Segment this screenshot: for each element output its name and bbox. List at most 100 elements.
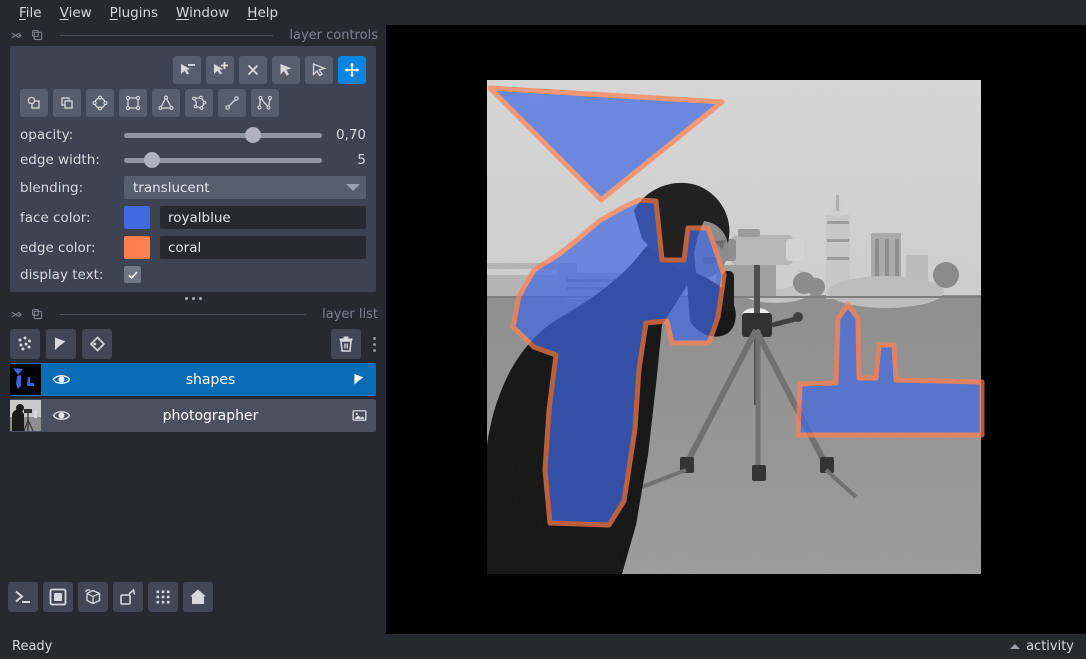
viewer-buttons-row bbox=[8, 582, 213, 612]
close-icon[interactable] bbox=[10, 308, 23, 321]
chevron-up-icon bbox=[1010, 644, 1021, 649]
labels-icon bbox=[89, 336, 106, 352]
status-message: Ready bbox=[12, 639, 53, 654]
layer-name-shapes[interactable]: shapes bbox=[79, 372, 342, 388]
float-window-icon[interactable] bbox=[31, 308, 44, 321]
add-triangle-tool[interactable] bbox=[152, 89, 180, 117]
dock-divider bbox=[60, 314, 307, 315]
layer-row-photographer[interactable]: photographer bbox=[10, 399, 376, 432]
vertex-insert-tool[interactable] bbox=[206, 56, 234, 84]
cube-3d-icon bbox=[84, 589, 101, 605]
menu-view[interactable]: View bbox=[51, 3, 101, 23]
edge-width-slider[interactable] bbox=[124, 151, 322, 169]
face-color-swatch[interactable] bbox=[124, 206, 150, 229]
pan-zoom-tool[interactable] bbox=[338, 56, 366, 84]
trash-icon bbox=[339, 336, 353, 352]
layer-controls-label: layer controls bbox=[289, 28, 378, 43]
ndisplay-toggle-button[interactable] bbox=[43, 582, 73, 612]
grid-icon bbox=[156, 590, 170, 604]
blending-value: translucent bbox=[133, 179, 210, 196]
add-line-tool[interactable] bbox=[218, 89, 246, 117]
layer-properties-form: opacity: 0,70 edge width: 5 blending: tr… bbox=[20, 126, 366, 283]
opacity-slider-thumb[interactable] bbox=[244, 127, 261, 143]
layer-row-shapes[interactable]: shapes bbox=[10, 363, 376, 396]
square-2d-icon bbox=[49, 588, 67, 606]
select-shape-tool[interactable] bbox=[272, 56, 300, 84]
edge-color-swatch[interactable] bbox=[124, 236, 150, 259]
layer-list-title-bar: layer list bbox=[0, 304, 386, 325]
edge-width-value: 5 bbox=[357, 152, 366, 168]
chevron-down-icon bbox=[346, 184, 360, 191]
edge-color-value[interactable]: coral bbox=[160, 236, 366, 259]
new-shapes-layer-button[interactable] bbox=[46, 329, 76, 359]
menu-file[interactable]: File bbox=[10, 3, 51, 23]
layer-list-drag-handle[interactable] bbox=[373, 336, 376, 352]
edge-color-label: edge color: bbox=[20, 239, 96, 256]
layer-list: shapes photographer bbox=[0, 363, 386, 432]
delete-layer-button[interactable] bbox=[331, 329, 361, 359]
layer-list-toolbar bbox=[0, 325, 386, 363]
menu-plugins[interactable]: Plugins bbox=[101, 3, 167, 23]
viewer-canvas[interactable] bbox=[386, 25, 1086, 634]
napari-window: File View Plugins Window Help layer cont… bbox=[0, 0, 1086, 659]
blending-select[interactable]: translucent bbox=[124, 176, 366, 199]
status-bar: Ready activity bbox=[0, 634, 1086, 659]
dock-divider bbox=[60, 35, 274, 36]
console-button[interactable] bbox=[8, 582, 38, 612]
grid-view-button[interactable] bbox=[148, 582, 178, 612]
layer-thumbnail-shapes bbox=[10, 364, 41, 395]
layer-visibility-toggle-photographer[interactable] bbox=[43, 406, 79, 425]
shape-create-tool-row bbox=[20, 89, 366, 117]
eye-icon bbox=[52, 411, 70, 420]
opacity-value: 0,70 bbox=[335, 127, 366, 143]
layer-name-photographer[interactable]: photographer bbox=[79, 408, 342, 424]
display-text-checkbox[interactable] bbox=[124, 266, 141, 283]
check-icon bbox=[127, 270, 138, 279]
opacity-slider[interactable] bbox=[124, 126, 322, 144]
vertex-remove-tool[interactable] bbox=[173, 56, 201, 84]
dock-splitter-handle[interactable] bbox=[0, 292, 386, 304]
layer-controls-panel: opacity: 0,70 edge width: 5 blending: tr… bbox=[10, 46, 376, 292]
console-icon bbox=[15, 590, 30, 603]
roll-dims-button[interactable] bbox=[78, 582, 108, 612]
left-dock-column: layer controls opacity: 0,70 edge width:… bbox=[0, 25, 386, 634]
canvas-scene bbox=[386, 25, 1086, 634]
add-path-tool[interactable] bbox=[251, 89, 279, 117]
menu-bar: File View Plugins Window Help bbox=[0, 0, 1086, 25]
layer-visibility-toggle-shapes[interactable] bbox=[43, 370, 79, 389]
opacity-label: opacity: bbox=[20, 127, 74, 143]
new-points-layer-button[interactable] bbox=[10, 329, 40, 359]
menu-window[interactable]: Window bbox=[167, 3, 238, 23]
edge-width-slider-thumb[interactable] bbox=[143, 152, 160, 168]
layer-type-icon-shapes bbox=[342, 371, 376, 388]
activity-label: activity bbox=[1026, 639, 1074, 654]
direct-select-tool[interactable] bbox=[305, 56, 333, 84]
opacity-slider-track bbox=[124, 132, 322, 138]
layer-list-label: layer list bbox=[322, 307, 378, 322]
add-ellipse-tool[interactable] bbox=[86, 89, 114, 117]
float-window-icon[interactable] bbox=[31, 29, 44, 42]
activity-button[interactable]: activity bbox=[1010, 639, 1074, 654]
home-icon bbox=[190, 589, 206, 604]
points-icon bbox=[18, 336, 31, 351]
layer-type-icon-photographer bbox=[342, 407, 376, 424]
eye-icon bbox=[52, 375, 70, 384]
menu-help[interactable]: Help bbox=[238, 3, 287, 23]
transpose-dims-button[interactable] bbox=[113, 582, 143, 612]
face-color-value[interactable]: royalblue bbox=[160, 206, 366, 229]
shape-edit-tool-row bbox=[20, 56, 366, 84]
add-rectangle-tool[interactable] bbox=[119, 89, 147, 117]
add-polygon-tool[interactable] bbox=[185, 89, 213, 117]
move-front-tool[interactable] bbox=[53, 89, 81, 117]
layer-thumbnail-photographer bbox=[10, 400, 41, 431]
move-back-tool[interactable] bbox=[20, 89, 48, 117]
delete-shape-tool[interactable] bbox=[239, 56, 267, 84]
shapes-icon bbox=[55, 337, 66, 350]
transpose-icon bbox=[120, 588, 136, 605]
blending-label: blending: bbox=[20, 179, 84, 196]
close-icon[interactable] bbox=[10, 29, 23, 42]
new-labels-layer-button[interactable] bbox=[82, 329, 112, 359]
display-text-label: display text: bbox=[20, 266, 104, 283]
edge-width-label: edge width: bbox=[20, 152, 100, 168]
reset-view-button[interactable] bbox=[183, 582, 213, 612]
